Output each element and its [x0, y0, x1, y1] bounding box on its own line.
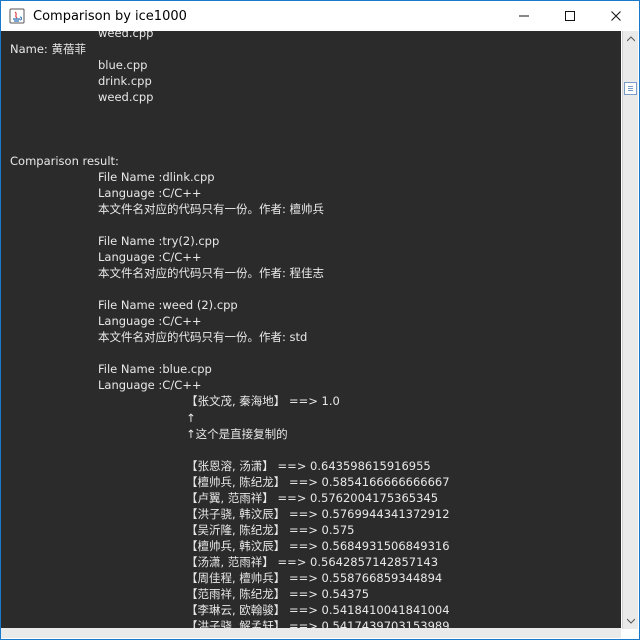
file-list-item: blue.cpp	[98, 58, 148, 72]
result-note: 本文件名对应的代码只有一份。作者: std	[98, 330, 308, 344]
output-text-area[interactable]: weed.cpp Name: 黄蓓菲 blue.cpp drink.cpp we…	[1, 31, 621, 629]
java-app-icon	[9, 8, 25, 24]
close-button[interactable]	[593, 1, 639, 31]
pair-line: 【周佳程, 檀帅兵】 ==> 0.558766859344894	[186, 571, 443, 585]
result-language: Language :C/C++	[98, 250, 202, 264]
result-file-name: File Name :dlink.cpp	[98, 170, 215, 184]
pair-line: 【李琳云, 欧翰骏】 ==> 0.5418410041841004	[186, 603, 450, 617]
pair-line: 【檀帅兵, 韩汶辰】 ==> 0.5684931506849316	[186, 539, 450, 553]
pair-line: 【檀帅兵, 陈纪龙】 ==> 0.5854166666666667	[186, 475, 450, 489]
vertical-scrollbar[interactable]	[622, 31, 638, 629]
comparison-header: Comparison result:	[10, 154, 119, 168]
result-language: Language :C/C++	[98, 314, 202, 328]
result-file-name: File Name :weed (2).cpp	[98, 298, 238, 312]
result-note: 本文件名对应的代码只有一份。作者: 檀帅兵	[98, 202, 325, 216]
file-list-item: weed.cpp	[98, 90, 154, 104]
pair-line: 【洪子骁, 韩汶辰】 ==> 0.5769944341372912	[186, 507, 450, 521]
pair-line: 【卢翼, 范雨祥】 ==> 0.5762004175365345	[186, 491, 439, 505]
comparison-window: Comparison by ice1000 weed.cpp Name: 黄蓓菲…	[0, 0, 640, 640]
name-label: Name: 黄蓓菲	[10, 42, 86, 56]
chevron-up-icon	[626, 36, 635, 42]
pair-line: ↑这个是直接复制的	[186, 427, 288, 441]
top-file-line: weed.cpp	[98, 31, 154, 40]
close-icon	[611, 11, 621, 21]
result-note: 本文件名对应的代码只有一份。作者: 程佳志	[98, 266, 325, 280]
pair-line: ↑	[186, 411, 196, 425]
maximize-button[interactable]	[547, 1, 593, 31]
file-list-item: drink.cpp	[98, 74, 152, 88]
scroll-up-button[interactable]	[623, 31, 638, 47]
minimize-icon	[519, 15, 529, 17]
title-bar[interactable]: Comparison by ice1000	[1, 1, 639, 31]
maximize-icon	[565, 11, 575, 21]
result-file-name: File Name :try(2).cpp	[98, 234, 220, 248]
pair-line: 【汤潇, 范雨祥】 ==> 0.5642857142857143	[186, 555, 439, 569]
minimize-button[interactable]	[501, 1, 547, 31]
result-language: Language :C/C++	[98, 186, 202, 200]
pair-line: 【范雨祥, 陈纪龙】 ==> 0.54375	[186, 587, 370, 601]
pair-line: 【张恩溶, 汤潇】 ==> 0.643598615916955	[186, 459, 431, 473]
scroll-thumb[interactable]	[624, 82, 637, 95]
window-title: Comparison by ice1000	[33, 8, 187, 24]
result-file-name: File Name :blue.cpp	[98, 362, 212, 376]
chevron-down-icon	[626, 618, 635, 624]
horizontal-scrollbar-strip	[1, 628, 621, 638]
scroll-down-button[interactable]	[623, 613, 638, 629]
result-language: Language :C/C++	[98, 378, 202, 392]
pair-line: 【吴沂隆, 陈纪龙】 ==> 0.575	[186, 523, 355, 537]
pair-line: 【张文茂, 秦海地】 ==> 1.0	[186, 394, 340, 408]
